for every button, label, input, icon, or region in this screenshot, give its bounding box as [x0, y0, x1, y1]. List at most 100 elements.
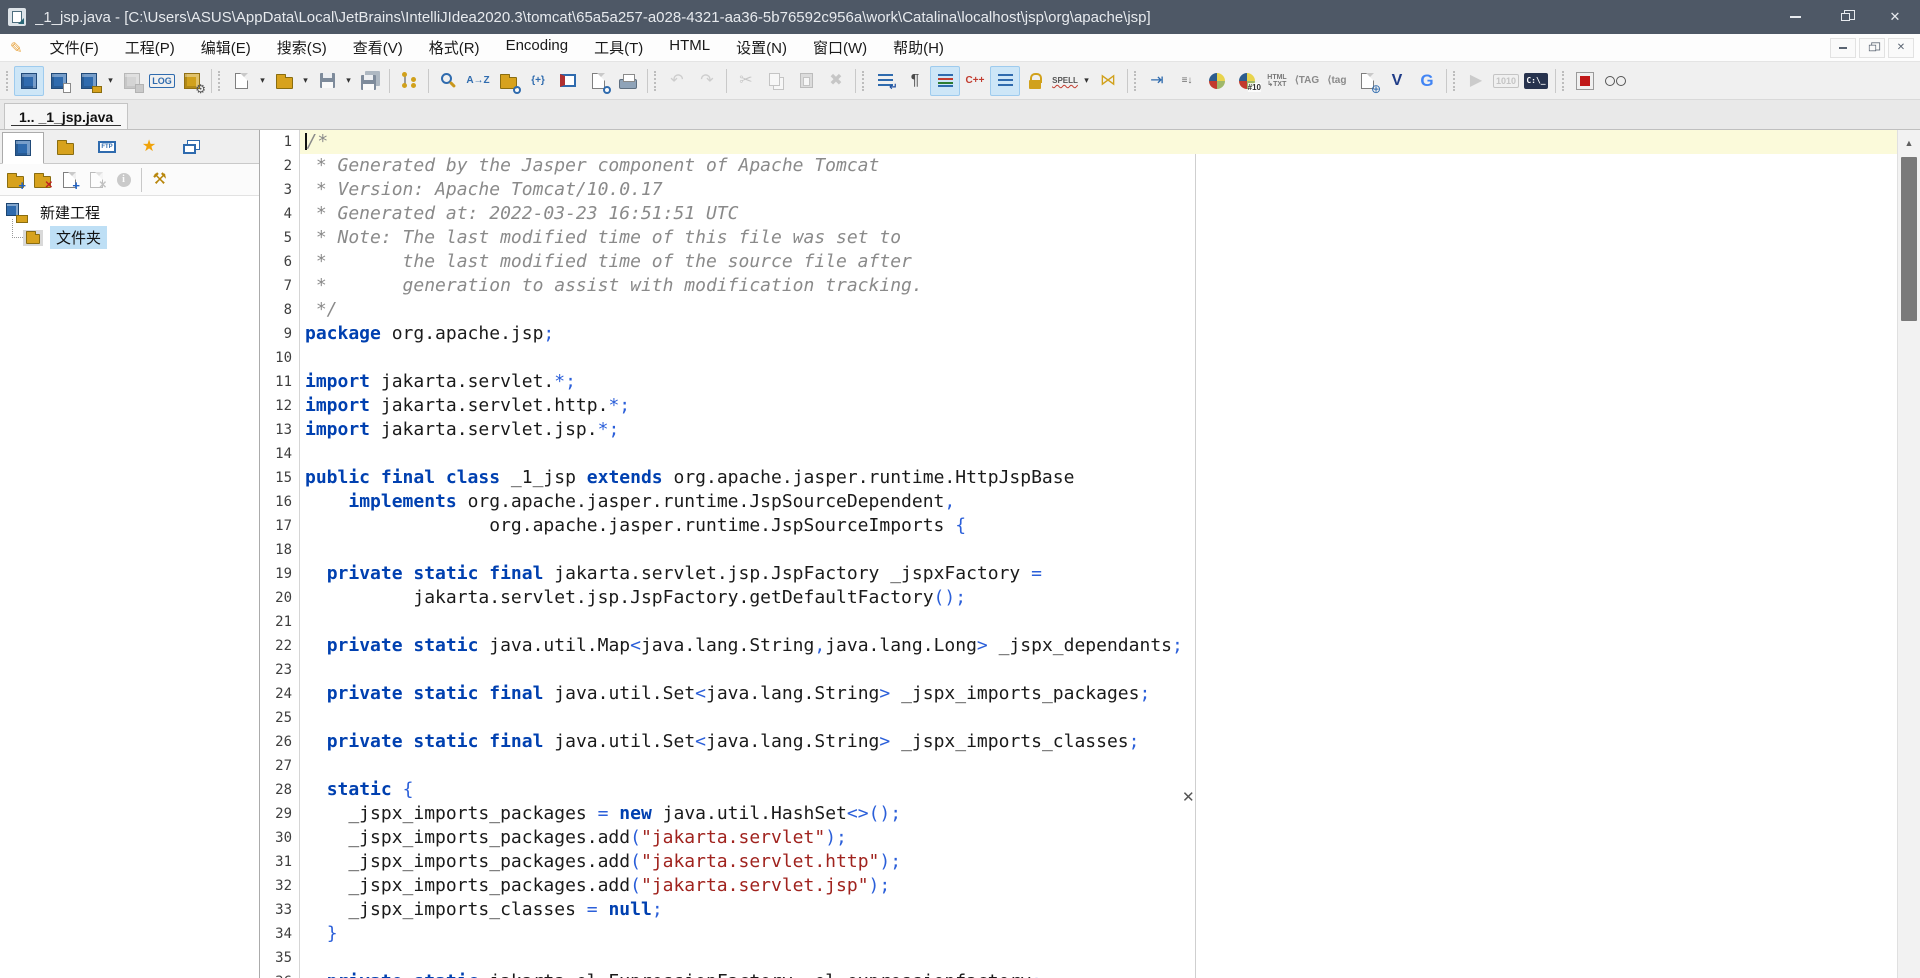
cliptext-book-button[interactable]: [553, 66, 583, 96]
code-line-12[interactable]: 12 import jakarta.servlet.http.*;: [260, 394, 1897, 418]
code-line-25[interactable]: 25: [260, 706, 1897, 730]
menu-item-9[interactable]: 设置(N): [723, 34, 800, 61]
menu-item-3[interactable]: 搜索(S): [264, 34, 340, 61]
code-line-23[interactable]: 23: [260, 658, 1897, 682]
match-brace-button[interactable]: {+}: [523, 66, 553, 96]
code-line-32[interactable]: 32 _jspx_imports_packages.add("jakarta.s…: [260, 874, 1897, 898]
cliptext-panel-tab[interactable]: ★: [128, 131, 170, 163]
save-workspace-button[interactable]: [117, 66, 147, 96]
scroll-up-arrow[interactable]: ▲: [1898, 130, 1920, 156]
menu-item-7[interactable]: 工具(T): [581, 34, 656, 61]
code-line-24[interactable]: 24 private static final java.util.Set<ja…: [260, 682, 1897, 706]
menu-item-6[interactable]: Encoding: [493, 34, 582, 61]
code-line-19[interactable]: 19 private static final jakarta.servlet.…: [260, 562, 1897, 586]
syntax-highlighting-button[interactable]: [930, 65, 960, 96]
document-restore-button[interactable]: [1859, 37, 1885, 58]
new-document-dropdown[interactable]: ▾: [256, 66, 269, 96]
run-button[interactable]: ▶: [1461, 66, 1491, 96]
code-line-13[interactable]: 13 import jakarta.servlet.jsp.*;: [260, 418, 1897, 442]
code-line-30[interactable]: 30 _jspx_imports_packages.add("jakarta.s…: [260, 826, 1897, 850]
code-line-36[interactable]: 36 private static jakarta.el.ExpressionF…: [260, 970, 1897, 978]
record-macro-button[interactable]: [1570, 66, 1600, 96]
redo-button[interactable]: ↷: [692, 66, 722, 96]
window-close-button[interactable]: ✕: [1870, 0, 1920, 34]
web-document-button[interactable]: ⊕: [1352, 66, 1382, 96]
cut-button[interactable]: ✂: [731, 66, 761, 96]
document-close-button[interactable]: ✕: [1888, 37, 1914, 58]
menu-item-10[interactable]: 窗口(W): [800, 34, 880, 61]
project-menu-dropdown[interactable]: ▾: [104, 66, 117, 96]
html-validator-button[interactable]: V: [1382, 66, 1412, 96]
ftp-panel-tab[interactable]: FTP: [86, 131, 128, 163]
scrollbar-thumb[interactable]: [1901, 157, 1917, 321]
spell-check-button[interactable]: SPELL: [1050, 66, 1080, 96]
code-editor[interactable]: 1/* 2 * Generated by the Jasper component…: [260, 130, 1897, 978]
google-search-button[interactable]: G: [1412, 66, 1442, 96]
code-line-34[interactable]: 34 }: [260, 922, 1897, 946]
tree-item-new-project[interactable]: 新建工程: [6, 200, 259, 225]
menu-item-8[interactable]: HTML: [656, 34, 723, 61]
code-line-35[interactable]: 35: [260, 946, 1897, 970]
paragraph-marks-button[interactable]: ¶: [900, 66, 930, 96]
lowercase-tag-button[interactable]: ⟨tag: [1322, 66, 1352, 96]
indent-button[interactable]: ⇥: [1142, 66, 1172, 96]
code-line-16[interactable]: 16 implements org.apache.jasper.runtime.…: [260, 490, 1897, 514]
remove-file-button[interactable]: ✕: [83, 166, 110, 193]
find-button[interactable]: [433, 66, 463, 96]
word-wrap-button[interactable]: [870, 66, 900, 96]
hex-viewer-button[interactable]: 1010: [1491, 66, 1521, 96]
document-minimize-button[interactable]: [1830, 37, 1856, 58]
encoding-chart-decimal-button[interactable]: #10: [1232, 66, 1262, 96]
tree-item-folder[interactable]: 文件夹: [12, 219, 259, 250]
code-line-33[interactable]: 33 _jspx_imports_classes = null;: [260, 898, 1897, 922]
menu-item-2[interactable]: 编辑(E): [188, 34, 264, 61]
open-files-panel-tab[interactable]: [170, 131, 212, 163]
code-line-7[interactable]: 7 * generation to assist with modificati…: [260, 274, 1897, 298]
code-line-20[interactable]: 20 jakarta.servlet.jsp.JspFactory.getDef…: [260, 586, 1897, 610]
add-file-button[interactable]: +: [56, 166, 83, 193]
code-line-1[interactable]: 1/*: [260, 130, 1897, 154]
uppercase-tag-button[interactable]: ⟨TAG: [1292, 66, 1322, 96]
remove-project-button[interactable]: ✕: [29, 166, 56, 193]
encoding-chart-button[interactable]: [1202, 66, 1232, 96]
document-tab[interactable]: 1.. _1_jsp.java: [4, 103, 129, 129]
code-line-17[interactable]: 17 org.apache.jasper.runtime.JspSourceIm…: [260, 514, 1897, 538]
print-button[interactable]: [613, 66, 643, 96]
code-line-27[interactable]: 27: [260, 754, 1897, 778]
file-properties-button[interactable]: i: [110, 166, 137, 193]
window-minimize-button[interactable]: [1770, 0, 1820, 34]
add-folder-to-project-button[interactable]: [74, 66, 104, 96]
replace-button[interactable]: A→Z: [463, 66, 493, 96]
undo-button[interactable]: ↶: [662, 66, 692, 96]
menu-item-11[interactable]: 帮助(H): [880, 34, 957, 61]
project-panel-tab[interactable]: [2, 132, 44, 164]
spell-check-dropdown[interactable]: ▾: [1080, 66, 1093, 96]
add-file-to-project-button[interactable]: [44, 66, 74, 96]
code-line-18[interactable]: 18: [260, 538, 1897, 562]
code-line-22[interactable]: 22 private static java.util.Map<java.lan…: [260, 634, 1897, 658]
menu-item-0[interactable]: 文件(F): [37, 34, 112, 61]
browser-preview-button[interactable]: [1600, 66, 1630, 96]
read-only-lock-button[interactable]: [1020, 66, 1050, 96]
code-line-10[interactable]: 10: [260, 346, 1897, 370]
open-file-dropdown[interactable]: ▾: [299, 66, 312, 96]
code-line-11[interactable]: 11 import jakarta.servlet.*;: [260, 370, 1897, 394]
vertical-scrollbar[interactable]: ▲: [1897, 130, 1920, 978]
find-in-files-button[interactable]: [493, 66, 523, 96]
code-line-9[interactable]: 9 package org.apache.jsp;: [260, 322, 1897, 346]
menu-item-5[interactable]: 格式(R): [416, 34, 493, 61]
project-settings-button[interactable]: ⚙: [177, 66, 207, 96]
code-line-3[interactable]: 3 * Version: Apache Tomcat/10.0.17: [260, 178, 1897, 202]
code-line-6[interactable]: 6 * the last modified time of the source…: [260, 250, 1897, 274]
directory-panel-tab[interactable]: [44, 131, 86, 163]
delete-button[interactable]: ✖: [821, 66, 851, 96]
code-line-2[interactable]: 2 * Generated by the Jasper component of…: [260, 154, 1897, 178]
save-dropdown[interactable]: ▾: [342, 66, 355, 96]
new-document-button[interactable]: [226, 66, 256, 96]
code-line-5[interactable]: 5 * Note: The last modified time of this…: [260, 226, 1897, 250]
command-prompt-button[interactable]: C:\_: [1521, 66, 1551, 96]
code-line-31[interactable]: 31 _jspx_imports_packages.add("jakarta.s…: [260, 850, 1897, 874]
code-line-28[interactable]: 28 static {: [260, 778, 1897, 802]
code-line-15[interactable]: 15 public final class _1_jsp extends org.…: [260, 466, 1897, 490]
log-window-button[interactable]: LOG: [147, 66, 177, 96]
